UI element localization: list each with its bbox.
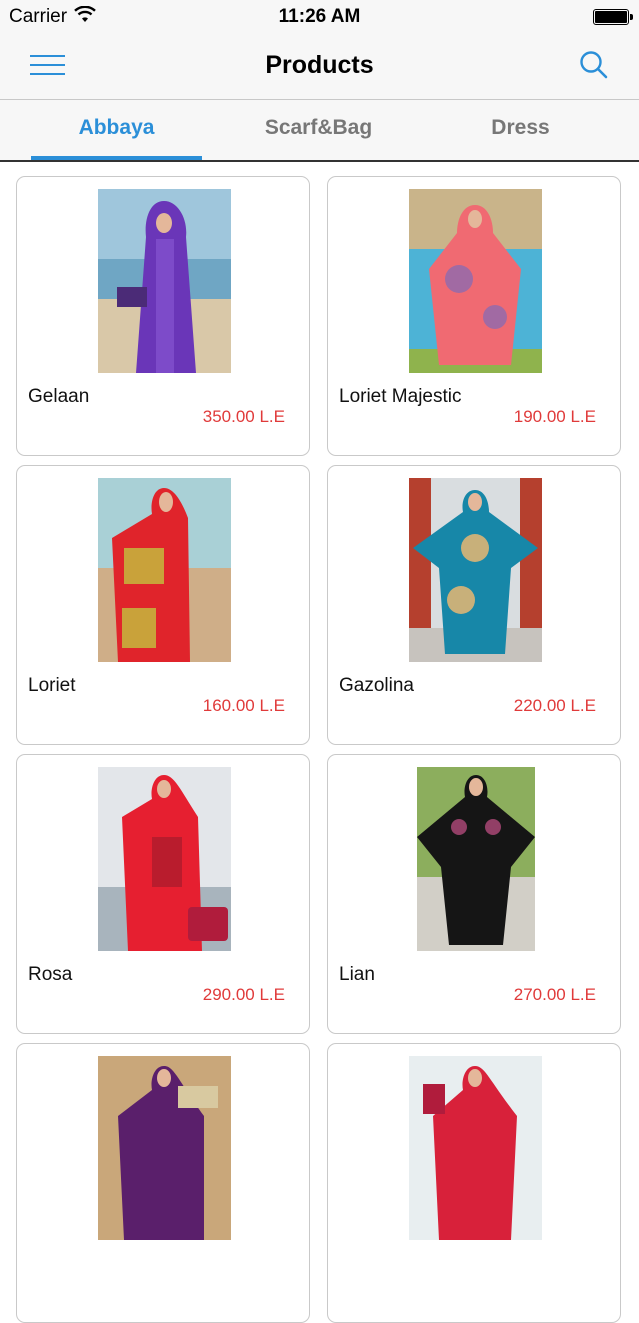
product-image	[98, 478, 231, 662]
product-price: 270.00 L.E	[513, 985, 596, 1004]
product-price: 350.00 L.E	[202, 407, 285, 426]
product-image	[417, 767, 535, 951]
product-image	[98, 1056, 231, 1240]
product-card[interactable]	[327, 1043, 621, 1323]
tab-abbaya[interactable]: Abbaya	[10, 100, 223, 160]
product-image	[98, 189, 231, 373]
product-price: 220.00 L.E	[513, 696, 596, 715]
page-title: Products	[265, 51, 374, 79]
product-name: Loriet Majestic	[339, 386, 462, 407]
active-tab-indicator	[31, 156, 202, 160]
product-name: Gazolina	[339, 675, 414, 696]
product-card[interactable]: Rosa 290.00 L.E	[16, 754, 310, 1034]
category-tab-bar: Abbaya Scarf&Bag Dress	[0, 100, 639, 162]
navigation-bar: Products	[0, 34, 639, 100]
search-icon[interactable]	[578, 49, 610, 81]
battery-icon	[593, 9, 633, 25]
status-bar: Carrier 11:26 AM	[0, 0, 639, 34]
product-card[interactable]	[16, 1043, 310, 1323]
product-card[interactable]: Gelaan 350.00 L.E	[16, 176, 310, 456]
product-image	[409, 1056, 542, 1240]
product-card[interactable]: Lian 270.00 L.E	[327, 754, 621, 1034]
product-price: 190.00 L.E	[513, 407, 596, 426]
product-price: 290.00 L.E	[202, 985, 285, 1004]
tab-scarf-bag[interactable]: Scarf&Bag	[212, 100, 425, 160]
product-name: Rosa	[28, 964, 73, 985]
clock: 11:26 AM	[278, 6, 361, 27]
product-card[interactable]: Loriet Majestic 190.00 L.E	[327, 176, 621, 456]
product-image	[98, 767, 231, 951]
product-image	[409, 189, 542, 373]
product-image	[409, 478, 542, 662]
tab-dress[interactable]: Dress	[414, 100, 627, 160]
product-name: Lian	[339, 964, 375, 985]
product-name: Loriet	[28, 675, 76, 696]
product-price: 160.00 L.E	[202, 696, 285, 715]
product-card[interactable]: Loriet 160.00 L.E	[16, 465, 310, 745]
product-card[interactable]: Gazolina 220.00 L.E	[327, 465, 621, 745]
product-name: Gelaan	[28, 386, 90, 407]
